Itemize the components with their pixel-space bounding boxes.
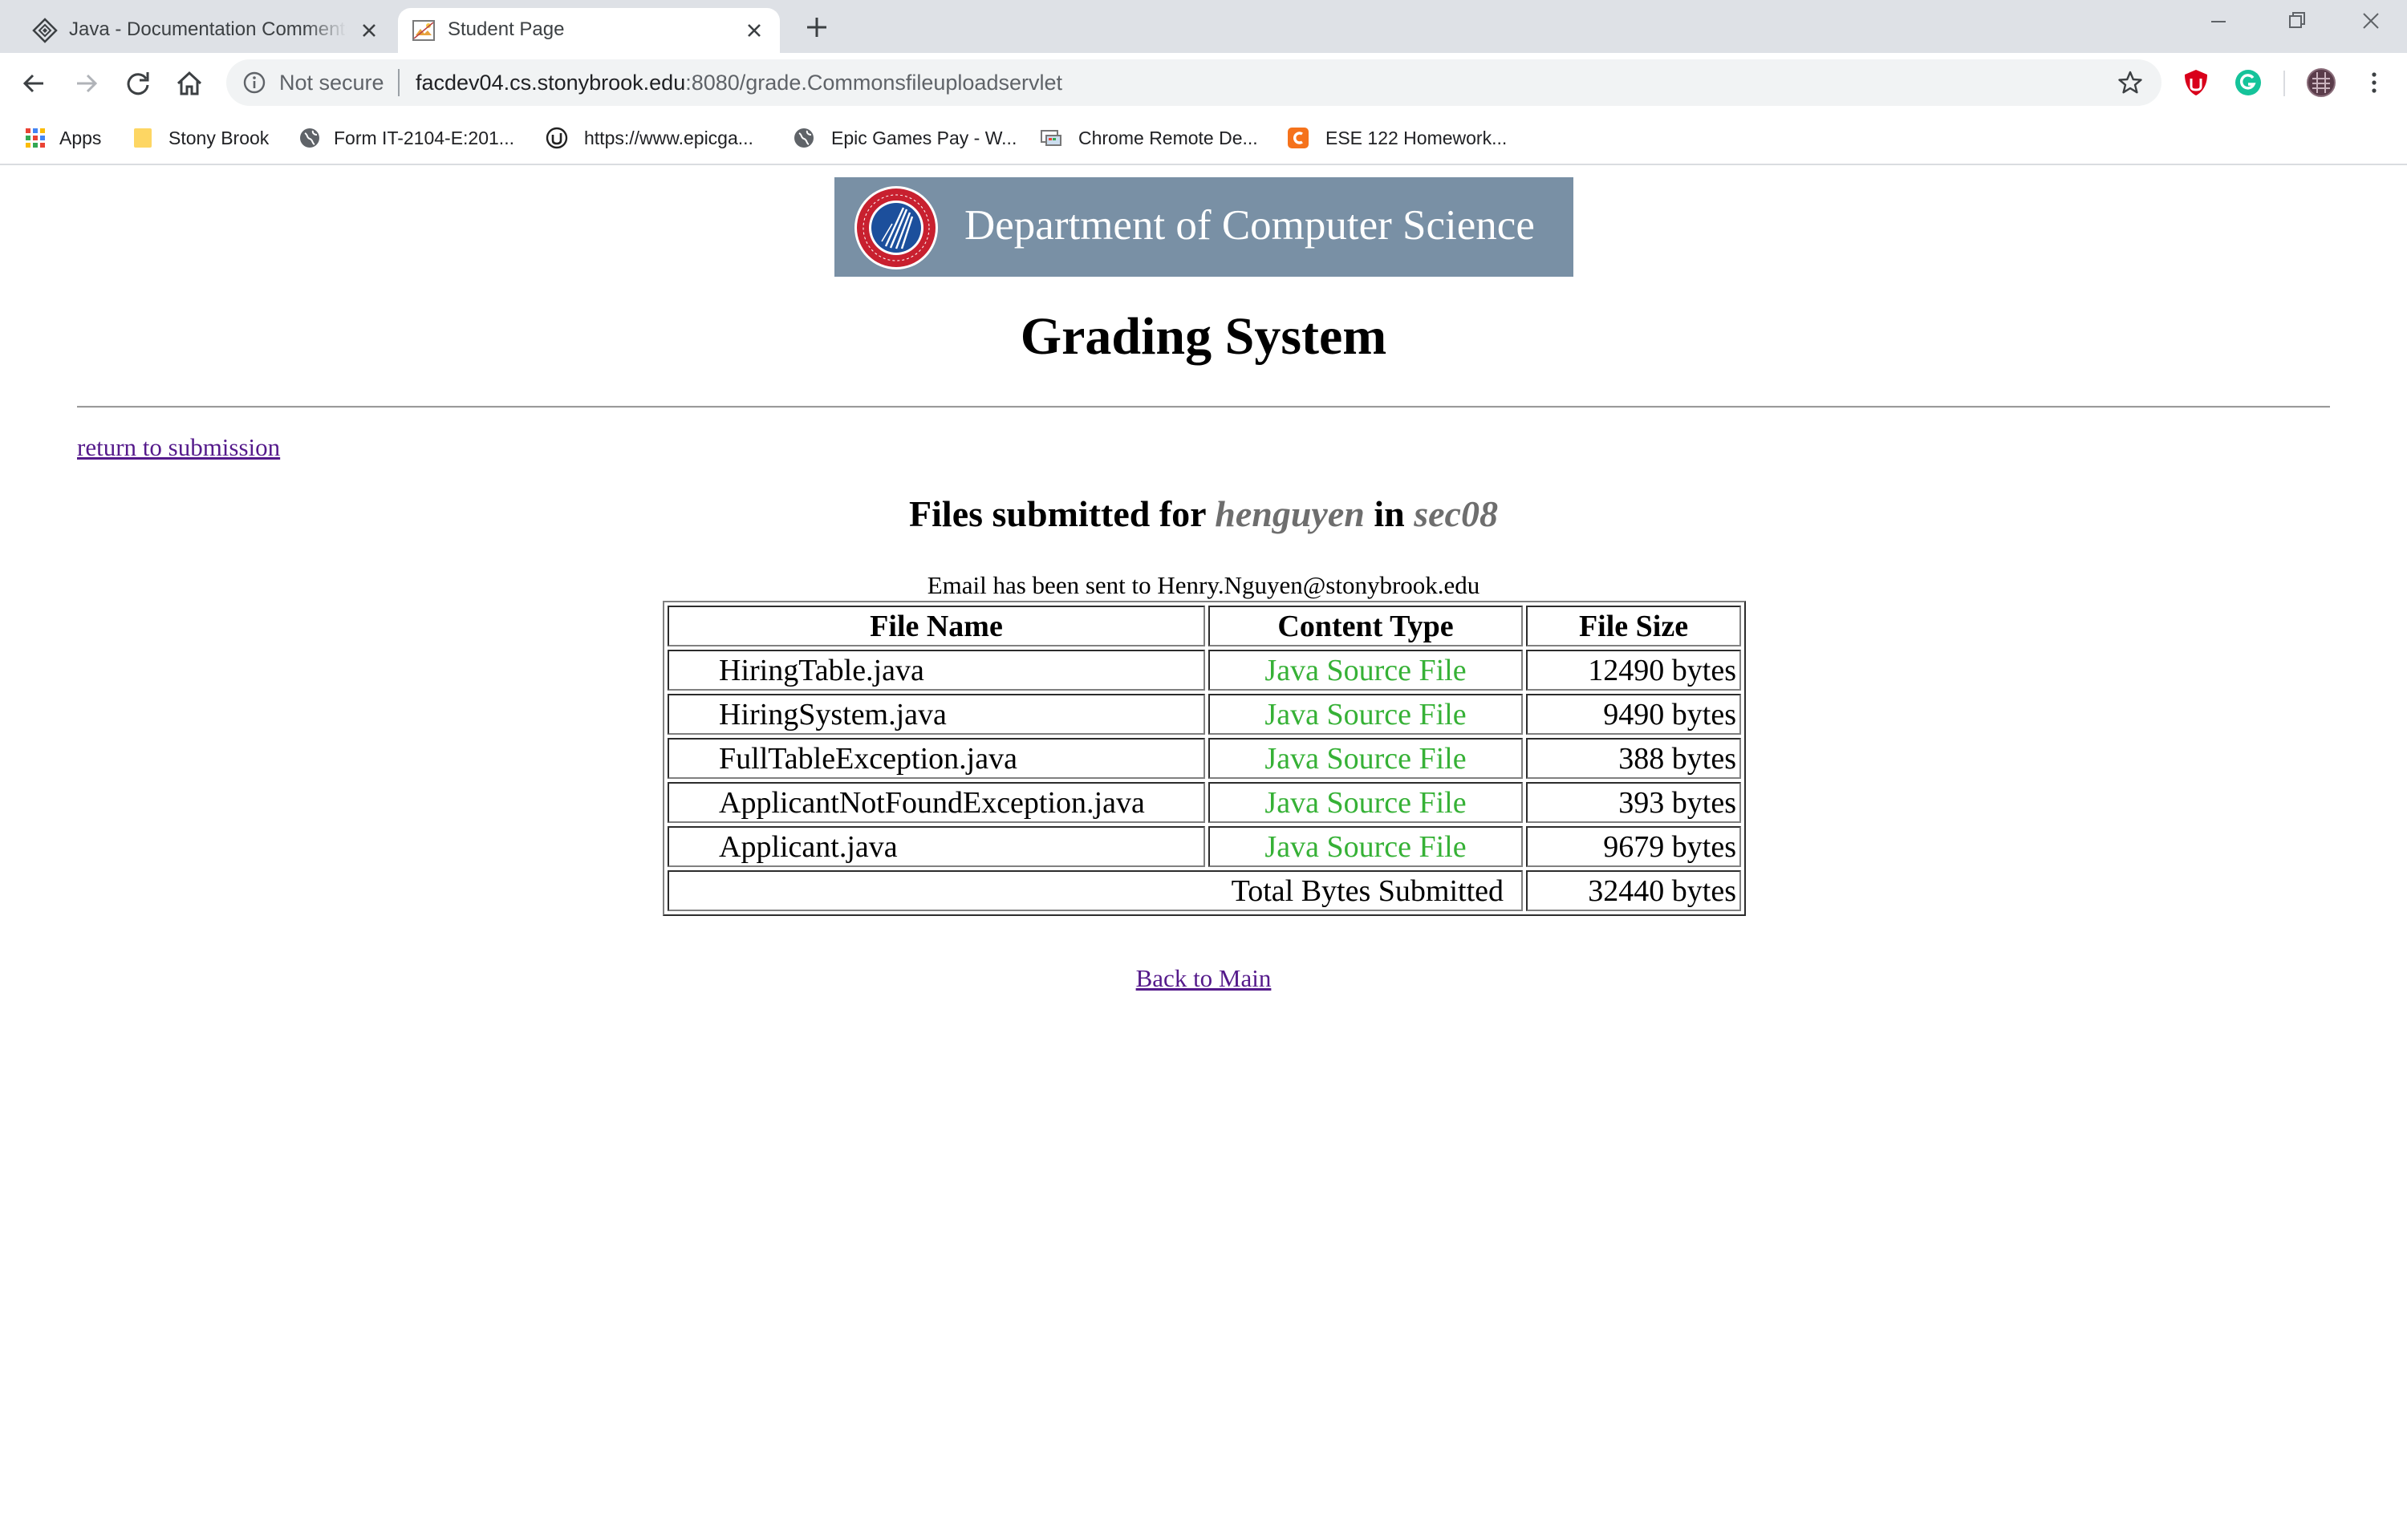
security-label: Not secure <box>279 71 384 95</box>
omnibox-separator <box>398 69 400 96</box>
restore-icon[interactable] <box>2259 0 2332 47</box>
file-name-cell: Applicant.java <box>668 826 1205 867</box>
bookmark-label: Stony Brook <box>168 128 270 148</box>
tab-java-documentation[interactable]: Java - Documentation Comments <box>19 8 395 53</box>
bookmark-label: Epic Games Pay - W... <box>831 128 1017 148</box>
minimize-icon[interactable] <box>2182 0 2255 47</box>
content-type-cell: Java Source File <box>1208 782 1523 823</box>
page-title: Grading System <box>1020 307 1387 366</box>
more-menu-icon[interactable] <box>2359 67 2389 98</box>
address-bar[interactable]: Not secure facdev04.cs.stonybrook.edu:80… <box>226 59 2161 106</box>
bookmark-label: Form IT-2104-E:201... <box>334 128 514 148</box>
new-tab-icon[interactable] <box>802 13 831 42</box>
broken-image-icon <box>412 20 435 41</box>
apps-grid-icon <box>26 128 45 148</box>
column-header-file-name: File Name <box>668 606 1205 646</box>
bookmark-label: Chrome Remote De... <box>1078 128 1258 148</box>
file-size-cell: 12490 bytes <box>1526 650 1741 691</box>
back-to-main-link[interactable]: Back to Main <box>1136 964 1272 992</box>
table-row: HiringTable.java Java Source File 12490 … <box>668 650 1741 691</box>
total-label-cell: Total Bytes Submitted <box>668 870 1523 911</box>
heading-in: in <box>1374 493 1405 534</box>
file-size-cell: 393 bytes <box>1526 782 1741 823</box>
cs-department-seal-logo <box>854 186 938 270</box>
file-size-cell: 9490 bytes <box>1526 694 1741 735</box>
heading-user: henguyen <box>1215 493 1365 534</box>
bookmark-label: https://www.epicga... <box>584 128 753 148</box>
diamond-icon <box>32 18 58 43</box>
window-close-icon[interactable] <box>2335 0 2407 47</box>
return-to-submission-link[interactable]: return to submission <box>77 433 280 462</box>
email-notice: Email has been sent to Henry.Nguyen@ston… <box>927 571 1480 599</box>
heading-prefix: Files submitted for <box>909 493 1206 534</box>
heading-section: sec08 <box>1414 493 1498 534</box>
column-header-content-type: Content Type <box>1208 606 1523 646</box>
department-banner: Department of Computer Science <box>834 177 1573 277</box>
file-size-cell: 9679 bytes <box>1526 826 1741 867</box>
info-icon[interactable] <box>242 71 266 95</box>
file-name-cell: HiringTable.java <box>668 650 1205 691</box>
horizontal-rule <box>77 406 2330 408</box>
tab-title: Java - Documentation Comments <box>69 18 347 40</box>
total-row: Total Bytes Submitted 32440 bytes <box>668 870 1741 911</box>
browser-toolbar: Not secure facdev04.cs.stonybrook.edu:80… <box>0 53 2407 114</box>
table-row: FullTableException.java Java Source File… <box>668 738 1741 779</box>
column-header-file-size: File Size <box>1526 606 1741 646</box>
submitted-files-table: File Name Content Type File Size HiringT… <box>663 601 1746 916</box>
folder-icon <box>134 128 152 148</box>
tab-strip: Java - Documentation Comments Student Pa… <box>0 0 2407 53</box>
page-content: Department of Computer Science Grading S… <box>0 165 2407 1540</box>
back-link-container: Back to Main <box>0 964 2407 993</box>
table-row: ApplicantNotFoundException.java Java Sou… <box>668 782 1741 823</box>
content-type-cell: Java Source File <box>1208 694 1523 735</box>
globe-icon <box>300 128 319 148</box>
home-icon[interactable] <box>172 66 207 101</box>
grammarly-icon[interactable] <box>2233 67 2263 98</box>
unreal-icon <box>546 127 568 149</box>
ublock-icon[interactable] <box>2181 67 2211 98</box>
file-name-cell: HiringSystem.java <box>668 694 1205 735</box>
bookmark-star-icon[interactable] <box>2117 69 2144 96</box>
remote-desktop-icon <box>1041 130 1061 146</box>
chegg-icon <box>1288 128 1309 148</box>
close-icon[interactable] <box>358 19 380 42</box>
url-text[interactable]: facdev04.cs.stonybrook.edu:8080/grade.Co… <box>416 71 1062 95</box>
table-row: Applicant.java Java Source File 9679 byt… <box>668 826 1741 867</box>
globe-icon <box>794 128 814 148</box>
content-type-cell: Java Source File <box>1208 650 1523 691</box>
url-path: :8080/grade.Commonsfileuploadservlet <box>685 71 1062 95</box>
url-host: facdev04.cs.stonybrook.edu <box>416 71 686 95</box>
close-icon[interactable] <box>743 19 765 42</box>
file-name-cell: FullTableException.java <box>668 738 1205 779</box>
file-size-cell: 388 bytes <box>1526 738 1741 779</box>
content-type-cell: Java Source File <box>1208 826 1523 867</box>
toolbar-divider <box>2283 71 2285 96</box>
total-size-cell: 32440 bytes <box>1526 870 1741 911</box>
bookmark-label: ESE 122 Homework... <box>1325 128 1508 148</box>
submission-heading: Files submitted for henguyen in sec08 <box>0 492 2407 535</box>
forward-arrow-icon[interactable] <box>69 66 104 101</box>
banner-text: Department of Computer Science <box>964 202 1535 249</box>
tab-student-page[interactable]: Student Page <box>398 8 780 53</box>
table-row: HiringSystem.java Java Source File 9490 … <box>668 694 1741 735</box>
profile-avatar-icon[interactable] <box>2306 67 2336 98</box>
back-arrow-icon[interactable] <box>16 66 51 101</box>
bookmarks-bar: Apps Stony Brook Form IT-2104-E:201... h… <box>0 114 2407 165</box>
file-name-cell: ApplicantNotFoundException.java <box>668 782 1205 823</box>
content-type-cell: Java Source File <box>1208 738 1523 779</box>
bookmark-label: Apps <box>59 128 102 148</box>
reload-icon[interactable] <box>120 66 156 101</box>
table-header-row: File Name Content Type File Size <box>668 606 1741 646</box>
tab-title: Student Page <box>448 18 565 40</box>
